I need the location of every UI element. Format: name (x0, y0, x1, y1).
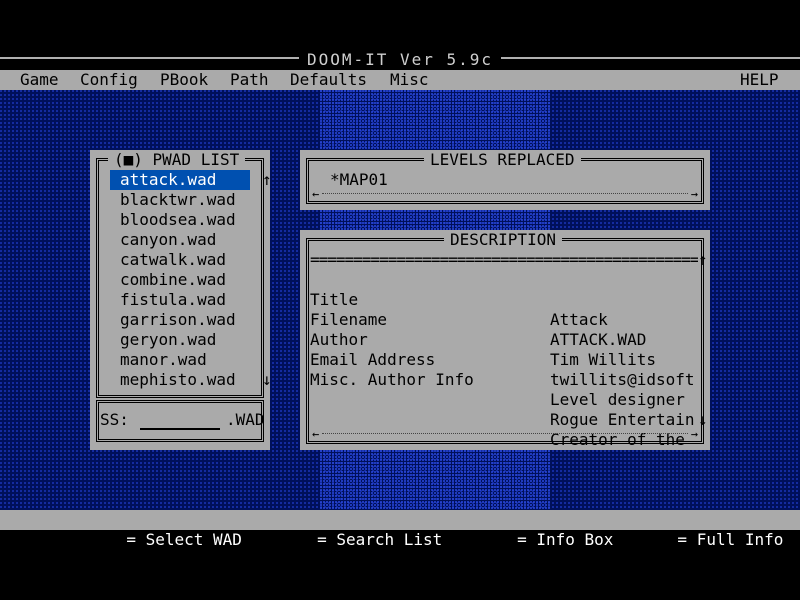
scroll-up-icon[interactable]: ↑ (698, 250, 708, 270)
desc-row-filename: Filename ATTACK.WAD (310, 290, 700, 349)
scroll-down-icon[interactable]: ↓ (698, 410, 708, 430)
description-rule: ========================================… (310, 250, 698, 269)
pwad-item-geryon[interactable]: geryon.wad (110, 330, 250, 350)
hint-key: TAB (478, 530, 508, 549)
scroll-right-icon[interactable]: → (691, 184, 698, 204)
hint-key: SPACE (68, 530, 117, 549)
levels-replaced-window: LEVELS REPLACED *MAP01 ← → (300, 150, 710, 210)
menu-config[interactable]: Config (80, 70, 138, 90)
menu-help[interactable]: HELP (740, 70, 779, 90)
pwad-item-catwalk[interactable]: catwalk.wad (110, 250, 250, 270)
hint-desc: = Info Box (507, 530, 614, 549)
menubar: Game Config PBook Path Defaults Misc HEL… (0, 70, 800, 90)
desc-row-email: Email Address twillits@idsoft (310, 330, 700, 389)
pwad-item-combine[interactable]: combine.wad (110, 270, 250, 290)
desc-row-misc: Misc. Author Info Level designer (310, 350, 700, 409)
hint-f1: F1 = Full Info (610, 510, 784, 549)
scroll-down-icon[interactable]: ↓ (262, 370, 272, 390)
menu-pbook[interactable]: PBook (160, 70, 208, 90)
pwad-item-bloodsea[interactable]: bloodsea.wad (110, 210, 250, 230)
levels-value: *MAP01 (330, 170, 388, 189)
search-input[interactable] (140, 410, 220, 430)
hint-desc: = Search List (307, 530, 443, 549)
levels-hscrollbar[interactable]: ← → (312, 187, 698, 201)
pwad-item-mephisto[interactable]: mephisto.wad (110, 370, 250, 390)
scroll-left-icon[interactable]: ← (312, 424, 319, 444)
scroll-left-icon[interactable]: ← (312, 184, 319, 204)
scroll-up-icon[interactable]: ↑ (262, 170, 272, 190)
scroll-track[interactable] (322, 193, 688, 194)
pwad-list-window: (■) PWAD LIST ↑ attack.wad blacktwr.wad … (90, 150, 272, 450)
desc-row-title: Title Attack (310, 270, 700, 329)
desc-row-cont-1: Rogue Entertain (310, 370, 700, 429)
menu-defaults[interactable]: Defaults (290, 70, 367, 90)
pwad-list-title: (■) PWAD LIST (108, 150, 246, 170)
scroll-right-icon[interactable]: → (691, 424, 698, 444)
status-bar: SPACE = Select WAD A-Z = Search List TAB… (0, 510, 800, 549)
hint-space: SPACE = Select WAD (30, 510, 242, 549)
app-title: DOOM-IT Ver 5.9c (0, 50, 800, 70)
search-extension: .WAD (226, 410, 265, 429)
desc-value: Rogue Entertain (550, 410, 695, 429)
hint-desc: = Select WAD (116, 530, 242, 549)
hint-key: A-Z (278, 530, 308, 549)
hint-key: F1 (648, 530, 668, 549)
hint-tab: TAB = Info Box (440, 510, 614, 549)
description-window: DESCRIPTION ============================… (300, 230, 710, 450)
pwad-item-blacktwr[interactable]: blacktwr.wad (110, 190, 250, 210)
pwad-item-canyon[interactable]: canyon.wad (110, 230, 250, 250)
desc-row-cont-2: Creator of the (310, 390, 700, 449)
pwad-item-fistula[interactable]: fistula.wad (110, 290, 250, 310)
pwad-item-garrison[interactable]: garrison.wad (110, 310, 250, 330)
scroll-track[interactable] (322, 433, 688, 434)
pwad-item-attack[interactable]: attack.wad (110, 170, 250, 190)
pwad-list: attack.wad blacktwr.wad bloodsea.wad can… (110, 170, 250, 390)
app-title-text: DOOM-IT Ver 5.9c (298, 50, 502, 69)
hint-desc: = Full Info (667, 530, 784, 549)
menu-game[interactable]: Game (20, 70, 59, 90)
hint-az: A-Z = Search List (240, 510, 443, 549)
desc-row-author: Author Tim Willits (310, 310, 700, 369)
pwad-item-manor[interactable]: manor.wad (110, 350, 250, 370)
menu-path[interactable]: Path (230, 70, 269, 90)
menu-misc[interactable]: Misc (390, 70, 429, 90)
description-title: DESCRIPTION (444, 230, 562, 250)
search-label: SS: (100, 410, 129, 429)
levels-title: LEVELS REPLACED (424, 150, 581, 170)
description-hscrollbar[interactable]: ← → (312, 427, 698, 441)
